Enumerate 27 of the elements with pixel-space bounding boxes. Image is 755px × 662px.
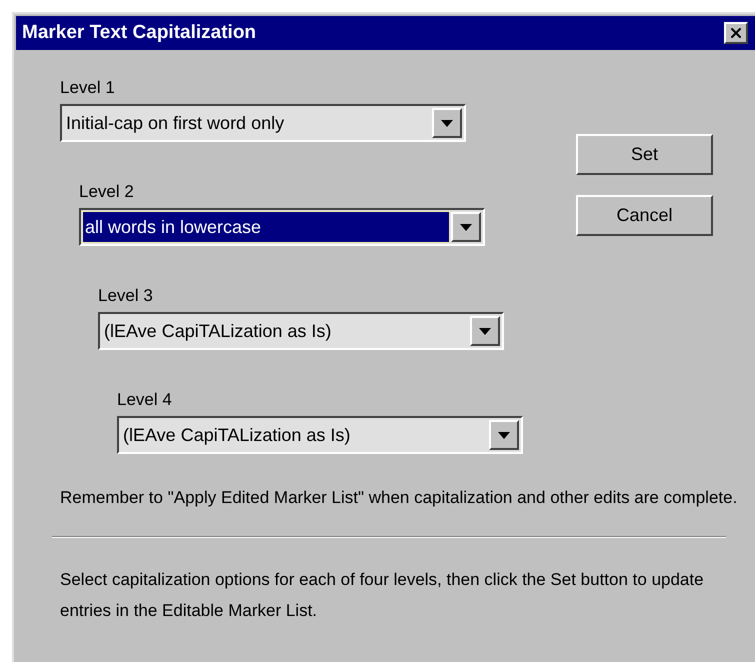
dropdown-value: (lEAve CapiTALization as Is): [103, 320, 332, 343]
dropdown[interactable]: (lEAve CapiTALization as Is): [117, 416, 523, 454]
close-icon: [728, 25, 744, 41]
level-label: Level 2: [79, 182, 135, 202]
dialog-button[interactable]: Cancel: [576, 195, 713, 236]
dropdown-button[interactable]: [489, 420, 519, 450]
close-button[interactable]: [724, 22, 748, 44]
help-text: Select capitalization options for each of four levels, then click the Set button to update entries in the Editable Marker List.: [60, 569, 705, 622]
dropdown[interactable]: Initial-cap on first word only: [60, 104, 466, 142]
level-label: Level 4: [117, 390, 173, 410]
level-label: Level 3: [98, 286, 154, 306]
dropdown-value: Initial-cap on first word only: [65, 112, 286, 135]
dropdown-button[interactable]: [451, 212, 481, 242]
dropdown-value: (lEAve CapiTALization as Is): [122, 424, 352, 447]
dropdown-value: all words in lowercase: [83, 212, 449, 242]
dropdown-button[interactable]: [432, 108, 462, 138]
dialog-button[interactable]: Set: [576, 134, 713, 175]
dropdown-arrow-icon: [498, 432, 510, 438]
level-label: Level 1: [60, 78, 116, 98]
dropdown[interactable]: all words in lowercase: [79, 208, 485, 246]
dropdown[interactable]: (lEAve CapiTALization as Is): [98, 312, 504, 350]
dropdown-button[interactable]: [470, 316, 500, 346]
window-title: Marker Text Capitalization: [22, 20, 256, 45]
dropdown-arrow-icon: [441, 120, 453, 126]
dropdown-arrow-icon: [479, 328, 491, 334]
dropdown-arrow-icon: [460, 224, 472, 230]
reminder-text: Remember to "Apply Edited Marker List" when capitalization and other edits are complete.: [60, 487, 738, 509]
